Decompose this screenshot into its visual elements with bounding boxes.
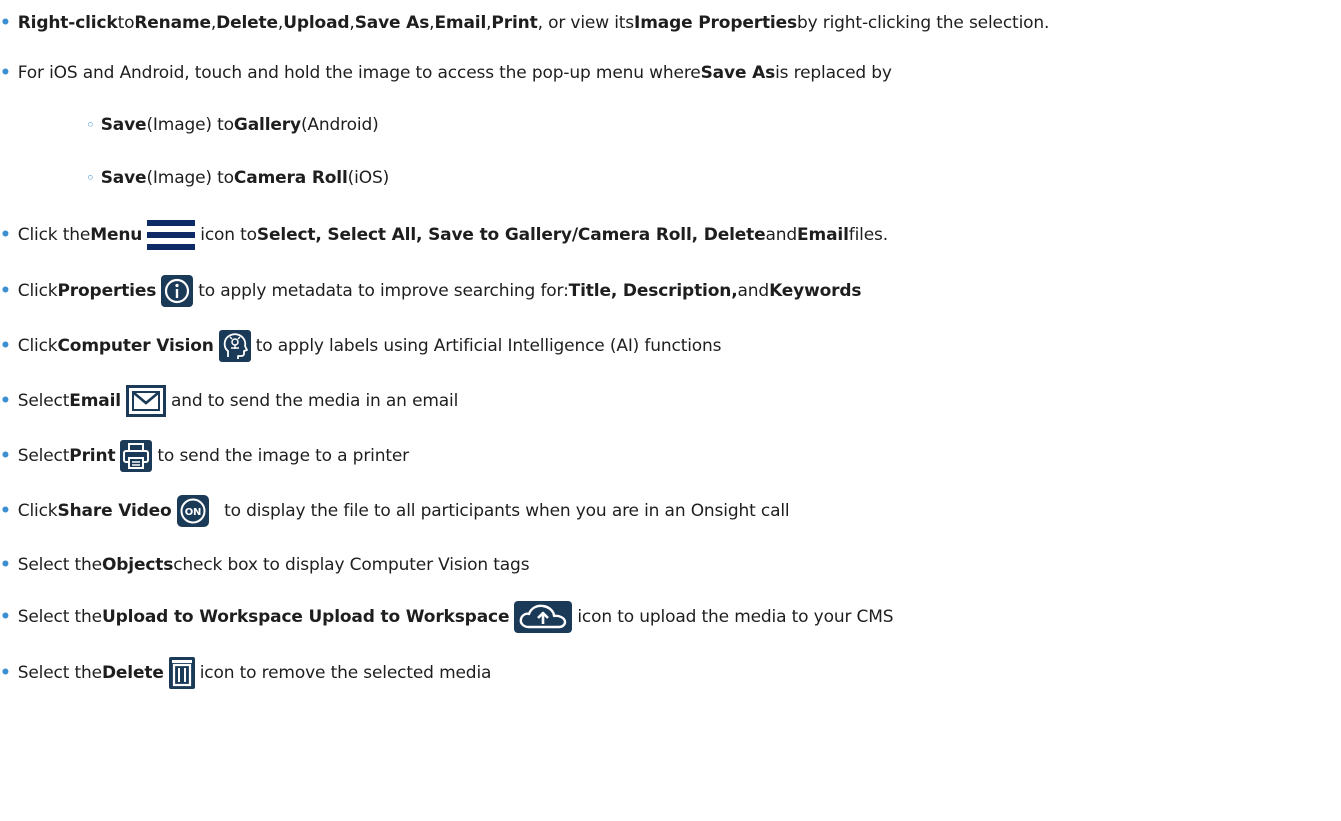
text: to display the file to all participants … bbox=[213, 501, 790, 521]
text: Click bbox=[17, 501, 58, 521]
bold-term: Camera Roll bbox=[233, 168, 348, 188]
bold-term: Save As bbox=[700, 63, 776, 83]
bullet: • bbox=[0, 391, 11, 411]
ai-head-icon bbox=[218, 330, 251, 362]
sub-list-item: ◦ Save (Image) to Camera Roll (iOS) bbox=[86, 163, 389, 193]
list-item: • Right-click to Rename, Delete, Upload,… bbox=[0, 8, 1049, 38]
list-item: • Select the Objects check box to displa… bbox=[0, 550, 530, 580]
text: icon to upload the media to your CMS bbox=[577, 607, 894, 627]
bold-term: Print bbox=[491, 13, 538, 33]
bold-term: Gallery bbox=[233, 115, 301, 135]
text: to send the image to a printer bbox=[157, 446, 410, 466]
list-item: • Click the Menu icon to Select, Select … bbox=[0, 217, 888, 253]
text: and bbox=[765, 225, 798, 245]
list-item: • Select the Upload to Workspace Upload … bbox=[0, 597, 894, 637]
list-item: • Click Share Video ON to display the fi… bbox=[0, 493, 790, 529]
text: Click bbox=[17, 281, 58, 301]
text: Click the bbox=[17, 225, 91, 245]
bold-term: Image Properties bbox=[634, 13, 797, 33]
bullet: • bbox=[0, 501, 11, 521]
menu-icon bbox=[147, 220, 196, 250]
bold-term: Print bbox=[69, 446, 116, 466]
text: (Image) to bbox=[146, 168, 234, 188]
list-item: • Click Properties to apply metadata to … bbox=[0, 273, 862, 309]
bold-term: Select, Select All, Save to Gallery/Came… bbox=[256, 225, 766, 245]
bullet: ◦ bbox=[86, 116, 95, 134]
list-item: • Select the Delete icon to remove the s… bbox=[0, 655, 491, 691]
sub-list-item: ◦ Save (Image) to Gallery (Android) bbox=[86, 110, 379, 140]
bullet: • bbox=[0, 13, 11, 33]
help-document: • Right-click to Rename, Delete, Upload,… bbox=[0, 0, 1341, 821]
bold-term: Save As bbox=[354, 13, 430, 33]
bold-term: Menu bbox=[90, 225, 143, 245]
bullet: ◦ bbox=[86, 169, 95, 187]
text: is replaced by bbox=[775, 63, 892, 83]
text: by right-clicking the selection. bbox=[796, 13, 1050, 33]
onsight-icon: ON bbox=[176, 495, 209, 527]
text: (Image) to bbox=[146, 115, 234, 135]
bullet: • bbox=[0, 63, 11, 83]
text: to apply labels using Artificial Intelli… bbox=[255, 336, 722, 356]
text: to apply metadata to improve searching f… bbox=[198, 281, 569, 301]
list-item: • Select Email and to send the media in … bbox=[0, 383, 458, 419]
bullet: • bbox=[0, 446, 11, 466]
text: icon to bbox=[200, 225, 257, 245]
bold-term: Objects bbox=[101, 555, 174, 575]
text: (iOS) bbox=[347, 168, 390, 188]
text: Select the bbox=[17, 607, 102, 627]
bold-term: Save bbox=[100, 115, 147, 135]
bold-term: Upload to Workspace Upload to Workspace bbox=[101, 607, 510, 627]
text: check box to display Computer Vision tag… bbox=[173, 555, 530, 575]
bullet: • bbox=[0, 336, 11, 356]
bullet: • bbox=[0, 225, 11, 245]
text: Select the bbox=[17, 555, 102, 575]
trash-icon bbox=[168, 657, 195, 689]
text: Select the bbox=[17, 663, 102, 683]
bold-term: Title, Description, bbox=[568, 281, 738, 301]
bold-term: Share Video bbox=[57, 501, 172, 521]
bold-term: Upload bbox=[283, 13, 350, 33]
text: to bbox=[117, 13, 135, 33]
text: (Android) bbox=[300, 115, 379, 135]
printer-icon bbox=[120, 440, 153, 472]
list-item: • Select Print to send the image to a pr… bbox=[0, 438, 409, 474]
text: and bbox=[737, 281, 770, 301]
bold-term: Delete bbox=[101, 663, 164, 683]
text: , or view its bbox=[537, 13, 635, 33]
bold-term: Email bbox=[797, 225, 849, 245]
cloud-upload-icon bbox=[514, 601, 573, 633]
text: For iOS and Android, touch and hold the … bbox=[17, 63, 701, 83]
bullet: • bbox=[0, 555, 11, 575]
list-item: • Click Computer Vision to apply labels … bbox=[0, 328, 722, 364]
bullet: • bbox=[0, 663, 11, 683]
bold-term: Right-click bbox=[17, 13, 118, 33]
bold-term: Rename bbox=[134, 13, 211, 33]
bullet: • bbox=[0, 607, 11, 627]
bold-term: Save bbox=[100, 168, 147, 188]
text: icon to remove the selected media bbox=[199, 663, 492, 683]
bold-term: Delete bbox=[216, 13, 278, 33]
text: Click bbox=[17, 336, 58, 356]
text: and to send the media in an email bbox=[170, 391, 459, 411]
info-icon bbox=[161, 275, 194, 307]
bold-term: Properties bbox=[57, 281, 157, 301]
bold-term: Email bbox=[69, 391, 121, 411]
svg-text:ON: ON bbox=[184, 507, 201, 518]
envelope-icon bbox=[125, 385, 166, 417]
list-item: • For iOS and Android, touch and hold th… bbox=[0, 58, 892, 88]
bold-term: Keywords bbox=[769, 281, 862, 301]
bullet: • bbox=[0, 281, 11, 301]
text: Select bbox=[17, 446, 70, 466]
bold-term: Email bbox=[434, 13, 487, 33]
text: Select bbox=[17, 391, 70, 411]
bold-term: Computer Vision bbox=[57, 336, 214, 356]
text: files. bbox=[848, 225, 889, 245]
